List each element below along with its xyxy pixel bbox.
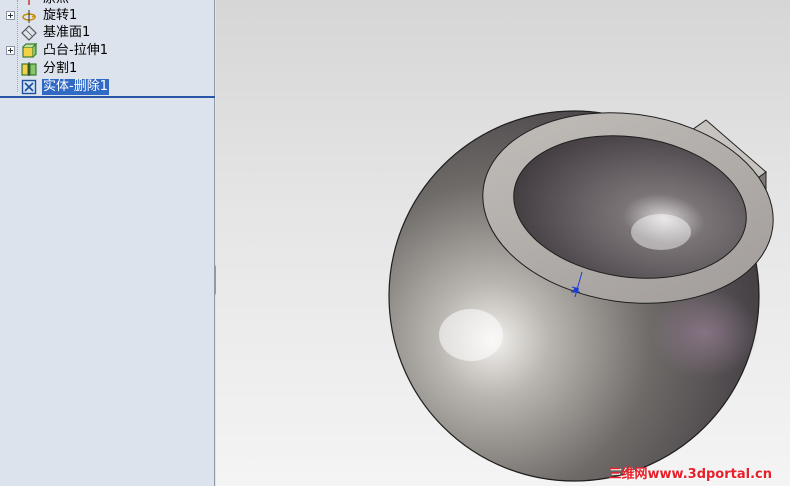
- feature-manager-tree: 原点 旋转1 基准面1 凸台-拉伸1 分割1: [0, 0, 215, 486]
- tree-item-delete-body[interactable]: 实体-删除1: [0, 78, 215, 96]
- tree-item-extrude[interactable]: 凸台-拉伸1: [0, 42, 215, 60]
- watermark-text: 三维网www.3dportal.cn: [608, 467, 772, 482]
- expand-toggle[interactable]: [6, 46, 15, 55]
- graphics-viewport[interactable]: 三维网www.3dportal.cn: [216, 0, 790, 486]
- expand-toggle[interactable]: [6, 11, 15, 20]
- revolve-icon: [22, 10, 37, 23]
- tree-item-plane[interactable]: 基准面1: [0, 24, 215, 42]
- cavity-highlight: [631, 214, 691, 250]
- tree-item-label: 旋转1: [43, 8, 78, 23]
- tree-item-label: 分割1: [43, 61, 78, 76]
- tree-item-label: 原点: [42, 0, 70, 7]
- plane-icon: [21, 25, 37, 41]
- rollback-bar[interactable]: [0, 96, 215, 98]
- tree-item-label: 基准面1: [43, 25, 91, 40]
- sphere-highlight: [439, 309, 503, 361]
- tree-item-label: 凸台-拉伸1: [43, 43, 108, 58]
- tree-item-revolve[interactable]: 旋转1: [0, 7, 215, 25]
- tree-item-label: 实体-删除1: [42, 79, 109, 95]
- origin-icon: [28, 0, 30, 5]
- split-icon: [21, 62, 37, 76]
- tree-item-split[interactable]: 分割1: [0, 60, 215, 78]
- model-render: [388, 110, 774, 482]
- extrude-icon: [22, 43, 37, 58]
- delete-body-icon: [21, 79, 37, 95]
